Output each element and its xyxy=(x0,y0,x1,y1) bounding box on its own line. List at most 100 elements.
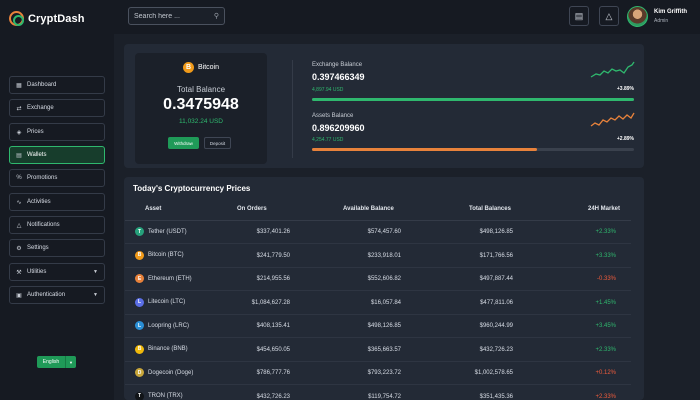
avatar[interactable] xyxy=(627,6,648,27)
asset-cell: E Ethereum (ETH) xyxy=(135,274,192,283)
exchange-balance-usd: 4,897.94 USD xyxy=(312,87,344,93)
header-total-balances: Total Balances xyxy=(469,206,511,212)
deposit-button[interactable]: Deposit xyxy=(204,137,231,149)
exchange-balance-value: 0.397466349 xyxy=(312,72,365,82)
chevron-down-icon: ▼ xyxy=(93,269,98,275)
table-row[interactable]: T Tether (USDT) $337,401.26 $574,457.60 $498… xyxy=(125,221,631,244)
total-balance-value: $498,126.85 xyxy=(479,229,513,235)
sidebar-item-authentication[interactable]: ▣ Authentication ▼ xyxy=(9,286,105,304)
market-change: +3.45% xyxy=(595,323,616,329)
total-balance-value: $432,726.23 xyxy=(479,346,513,353)
asset-cell: T TRON (TRX) xyxy=(135,391,183,400)
on-orders-value: $1,084,627.28 xyxy=(251,299,290,306)
sidebar-item-label: Utilities xyxy=(27,269,47,275)
logo[interactable]: CryptDash xyxy=(9,11,85,26)
user-name: Kim Griffith xyxy=(654,9,687,15)
on-orders-value: $454,650.05 xyxy=(256,346,290,353)
bitcoin-icon: B xyxy=(182,62,194,73)
exchange-sparkline xyxy=(590,61,635,78)
sidebar-item-settings[interactable]: ⚙ Settings xyxy=(9,239,105,257)
assets-progress-fill xyxy=(312,148,538,151)
language-selector[interactable]: English ▼ xyxy=(37,356,76,368)
exchange-balance-label: Exchange Balance xyxy=(312,62,363,68)
on-orders-value: $337,401.26 xyxy=(256,229,290,235)
coin-icon: L xyxy=(135,321,144,330)
withdraw-button[interactable]: Withdraw xyxy=(168,137,199,149)
exchange-icon: ⇄ xyxy=(16,105,22,112)
sidebar-item-label: Notifications xyxy=(27,222,60,228)
sidebar-item-label: Exchange xyxy=(27,105,54,111)
total-balance-label: Total Balance xyxy=(176,85,226,94)
bell-icon: △ xyxy=(16,222,22,229)
chevron-down-icon[interactable]: ▼ xyxy=(65,356,76,368)
sidebar-item-utilities[interactable]: ⚒ Utilities ▼ xyxy=(9,263,105,281)
asset-cell: L Litecoin (LTC) xyxy=(135,297,185,307)
assets-progress xyxy=(312,148,634,151)
coin-icon: L xyxy=(135,297,144,307)
on-orders-value: $241,779.50 xyxy=(256,252,290,259)
total-balance-usd: 11,032.24 USD xyxy=(179,118,223,125)
sidebar-item-label: Dashboard xyxy=(27,82,57,88)
language-label: English xyxy=(42,359,60,365)
coin-icon: T xyxy=(135,391,144,400)
sidebar: ▦ Dashboard ⇄ Exchange ◈ Prices ▤ Wallets % Promo… xyxy=(0,34,114,400)
total-balance-value: $351,435.36 xyxy=(479,393,513,400)
asset-name: Tether (USDT) xyxy=(148,228,187,235)
sidebar-item-dashboard[interactable]: ▦ Dashboard xyxy=(9,76,105,94)
table-row[interactable]: E Ethereum (ETH) $214,955.56 $552,606.82 $49… xyxy=(125,268,631,291)
market-change: +2.33% xyxy=(595,393,616,400)
lock-icon: ▣ xyxy=(16,292,22,299)
sidebar-item-wallets[interactable]: ▤ Wallets xyxy=(9,146,105,164)
assets-sparkline xyxy=(590,112,635,127)
wallet-coin-name: Bitcoin xyxy=(197,64,219,71)
coin-icon: D xyxy=(135,368,144,377)
table-row[interactable]: T TRON (TRX) $432,726.23 $119,754.72 $351,43… xyxy=(125,386,631,400)
notifications-button[interactable]: △ xyxy=(599,6,619,26)
total-balance-value: $960,244.99 xyxy=(479,323,513,329)
assets-change: +2.89% xyxy=(616,136,634,142)
market-change: +2.33% xyxy=(595,346,616,353)
header-24h-market: 24H Market xyxy=(588,206,621,212)
table-row[interactable]: L Loopring (LRC) $408,135.41 $498,126.85 $96… xyxy=(125,315,631,338)
search-input[interactable] xyxy=(134,12,206,20)
table-row[interactable]: B Bitcoin (BTC) $241,779.50 $233,918.01 $171… xyxy=(125,245,631,268)
coin-icon: T xyxy=(135,227,144,236)
total-balance-value: 0.3475948 xyxy=(163,96,239,113)
sidebar-item-activities[interactable]: ∿ Activities xyxy=(9,193,105,211)
on-orders-value: $786,777.76 xyxy=(256,370,290,376)
coin-icon: E xyxy=(135,274,144,283)
search-icon[interactable]: ⚲ xyxy=(214,12,219,20)
available-balance-value: $793,223.72 xyxy=(367,370,401,376)
table-row[interactable]: L Litecoin (LTC) $1,084,627.28 $16,057.84 $4… xyxy=(125,292,631,315)
sidebar-item-label: Settings xyxy=(27,245,49,251)
sidebar-item-exchange[interactable]: ⇄ Exchange xyxy=(9,99,105,117)
sidebar-item-promotions[interactable]: % Promotions xyxy=(9,169,105,187)
available-balance-value: $16,057.84 xyxy=(370,299,401,306)
total-balance-value: $171,766.56 xyxy=(479,252,513,259)
asset-name: Dogecoin (Doge) xyxy=(148,369,194,376)
market-change: +1.45% xyxy=(595,299,616,306)
total-balance-value: $1,002,578.65 xyxy=(474,370,513,376)
sidebar-item-notifications[interactable]: △ Notifications xyxy=(9,216,105,234)
chat-icon: ▤ xyxy=(574,10,584,21)
header-asset: Asset xyxy=(145,206,162,212)
available-balance-value: $365,663.57 xyxy=(367,346,401,353)
assets-balance-usd: 4,254.77 USD xyxy=(312,137,344,143)
search-box[interactable]: ⚲ xyxy=(128,7,225,25)
sidebar-item-prices[interactable]: ◈ Prices xyxy=(9,123,105,141)
asset-cell: B Binance (BNB) xyxy=(135,344,188,354)
grid-icon: ▦ xyxy=(16,82,22,89)
sidebar-item-label: Prices xyxy=(27,129,44,135)
on-orders-value: $214,955.56 xyxy=(256,276,290,282)
table-row[interactable]: B Binance (BNB) $454,650.05 $365,663.57 $432… xyxy=(125,339,631,362)
sidebar-item-label: Promotions xyxy=(27,175,58,181)
asset-cell: L Loopring (LRC) xyxy=(135,321,189,330)
sidebar-item-label: Authentication xyxy=(27,292,66,298)
market-change: +3.33% xyxy=(595,252,616,259)
wallet-icon: ▤ xyxy=(16,152,22,159)
messages-button[interactable]: ▤ xyxy=(569,6,589,26)
exchange-progress-fill xyxy=(312,98,634,101)
asset-cell: D Dogecoin (Doge) xyxy=(135,368,193,377)
table-row[interactable]: D Dogecoin (Doge) $786,777.76 $793,223.72 $1… xyxy=(125,362,631,385)
user-role: Admin xyxy=(654,18,669,24)
